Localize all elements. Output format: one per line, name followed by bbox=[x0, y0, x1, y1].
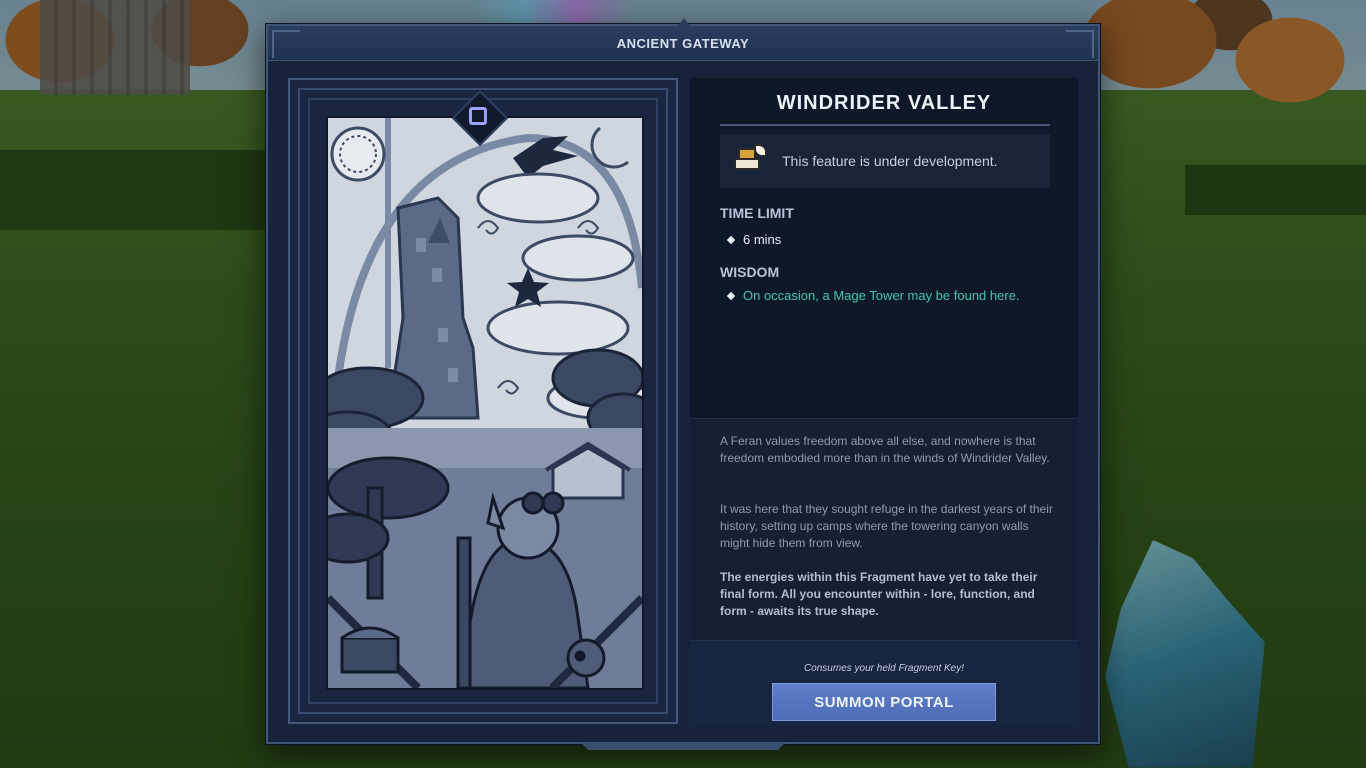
rune-glyph-icon bbox=[469, 107, 487, 125]
summon-section: Consumes your held Fragment Key! SUMMON … bbox=[690, 640, 1078, 725]
corner-ornament bbox=[272, 30, 300, 58]
lore-paragraph: A Feran values freedom above all else, a… bbox=[720, 434, 1050, 465]
wisdom-hint: On occasion, a Mage Tower may be found h… bbox=[726, 288, 1020, 303]
fragment-warning: The energies within this Fragment have y… bbox=[720, 570, 1038, 618]
destination-info: WINDRIDER VALLEY This feature is under d… bbox=[690, 78, 1078, 725]
bottom-ornament bbox=[580, 742, 786, 750]
under-construction-icon bbox=[728, 144, 768, 178]
wisdom-text: On occasion, a Mage Tower may be found h… bbox=[743, 288, 1020, 303]
card-illustration bbox=[326, 116, 644, 690]
ancient-gateway-dialog: ANCIENT GATEWAY WINDRIDER VALLEY This fe… bbox=[266, 18, 1100, 750]
time-limit-value: 6 mins bbox=[726, 232, 782, 247]
time-limit-label: TIME LIMIT bbox=[720, 205, 794, 221]
destination-title: WINDRIDER VALLEY bbox=[776, 92, 992, 114]
dialog-title: ANCIENT GATEWAY bbox=[616, 35, 750, 51]
summon-portal-button[interactable]: SUMMON PORTAL bbox=[772, 683, 996, 721]
windrider-valley-illustration bbox=[328, 118, 642, 688]
lore-description: A Feran values freedom above all else, a… bbox=[690, 418, 1078, 641]
wisdom-label: WISDOM bbox=[720, 264, 780, 280]
fragment-card bbox=[288, 78, 678, 724]
notice-text: This feature is under development. bbox=[782, 153, 998, 169]
dialog-titlebar: ANCIENT GATEWAY bbox=[268, 26, 1098, 61]
diamond-bullet-icon bbox=[726, 235, 736, 244]
lore-paragraph: It was here that they sought refuge in t… bbox=[720, 502, 1053, 550]
diamond-bullet-icon bbox=[726, 291, 736, 300]
corner-ornament bbox=[1066, 30, 1094, 58]
development-notice: This feature is under development. bbox=[720, 134, 1050, 188]
cost-note: Consumes your held Fragment Key! bbox=[803, 663, 965, 674]
time-limit-text: 6 mins bbox=[743, 232, 782, 247]
title-divider bbox=[720, 124, 1050, 126]
